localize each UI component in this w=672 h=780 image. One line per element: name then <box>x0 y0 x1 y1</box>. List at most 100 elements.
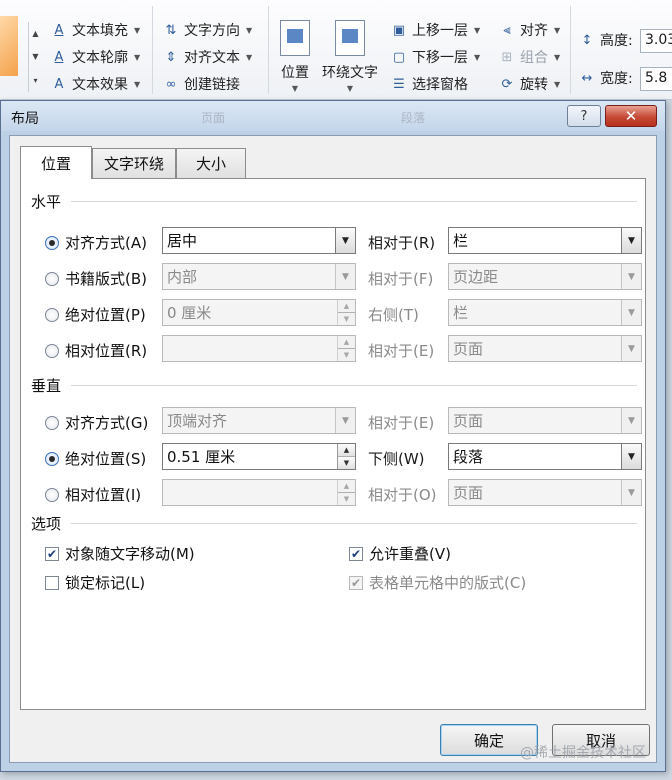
stepper-buttons[interactable]: ▲ ▼ <box>337 336 355 361</box>
h-relative-radio-row[interactable]: 相对位置(R) <box>45 340 147 361</box>
gallery-scroll[interactable]: ▲ ▼ ▾ <box>28 22 42 92</box>
h-book-radio[interactable] <box>45 271 59 286</box>
h-absolute-right-value: 栏 <box>453 304 469 322</box>
create-link-button[interactable]: ∞ 创建链接 <box>162 74 240 94</box>
stepper-up-icon[interactable]: ▲ <box>338 336 355 348</box>
tab-text-wrapping[interactable]: 文字环绕 <box>92 148 176 178</box>
lock-anchor-row[interactable]: 锁定标记(L) <box>45 572 145 593</box>
stepper-up-icon[interactable]: ▲ <box>338 300 355 312</box>
allow-overlap-checkbox[interactable]: ✔ <box>349 546 363 561</box>
rotate-button[interactable]: ⟳ 旋转 ▼ <box>498 74 561 94</box>
align-text-label: 对齐文本 <box>184 50 240 66</box>
text-direction-button[interactable]: ⇅ 文字方向 ▼ <box>162 20 253 40</box>
v-align-radio[interactable] <box>45 415 59 430</box>
stepper-down-icon[interactable]: ▼ <box>338 456 355 469</box>
section-divider <box>71 385 637 386</box>
chevron-down-icon[interactable]: ▼ <box>621 444 641 469</box>
align-text-button[interactable]: ⇕ 对齐文本 ▼ <box>162 47 253 67</box>
stepper-buttons[interactable]: ▲ ▼ <box>337 444 355 469</box>
h-absolute-radio[interactable] <box>45 307 59 322</box>
stepper-down-icon[interactable]: ▼ <box>338 348 355 361</box>
v-align-select[interactable]: 顶端对齐 ▼ <box>162 407 356 434</box>
align-button[interactable]: ⫷ 对齐 ▼ <box>498 20 560 40</box>
stepper-up-icon[interactable]: ▲ <box>338 480 355 492</box>
chevron-down-icon: ▼ <box>246 52 253 62</box>
wrap-text-button[interactable]: 环绕文字 ▼ <box>322 20 378 93</box>
h-align-relative-select[interactable]: 栏 ▼ <box>448 227 642 254</box>
h-relative-radio[interactable] <box>45 343 59 358</box>
h-align-radio-row[interactable]: 对齐方式(A) <box>45 232 147 253</box>
h-relative-stepper[interactable]: ▲ ▼ <box>162 335 356 362</box>
h-book-relative-select[interactable]: 页边距 ▼ <box>448 263 642 290</box>
h-absolute-stepper[interactable]: 0 厘米 ▲ ▼ <box>162 299 356 326</box>
height-input[interactable]: 3.03 <box>640 29 672 53</box>
layout-in-cell-row[interactable]: ✔ 表格单元格中的版式(C) <box>349 572 526 593</box>
v-align-relative-label: 相对于(E) <box>368 414 435 432</box>
chevron-down-icon: ▼ <box>134 79 141 89</box>
dialog-client: 位置 文字环绕 大小 水平 对齐方式(A) 居中 ▼ 相对于(R) 栏 ▼ 书籍… <box>9 135 657 763</box>
width-input[interactable]: 5.8 <box>640 67 672 91</box>
gallery-up-icon[interactable]: ▲ <box>32 29 38 38</box>
move-with-text-checkbox[interactable]: ✔ <box>45 546 59 561</box>
v-absolute-radio[interactable] <box>45 451 59 466</box>
chevron-down-icon[interactable]: ▼ <box>621 480 641 505</box>
stepper-down-icon[interactable]: ▼ <box>338 312 355 325</box>
position-icon <box>280 20 310 56</box>
tab-position[interactable]: 位置 <box>20 146 92 179</box>
layout-in-cell-checkbox[interactable]: ✔ <box>349 575 363 590</box>
v-relative-relative-select[interactable]: 页面 ▼ <box>448 479 642 506</box>
bring-forward-button[interactable]: ▣ 上移一层 ▼ <box>390 20 480 40</box>
chevron-down-icon[interactable]: ▼ <box>621 264 641 289</box>
h-absolute-radio-row[interactable]: 绝对位置(P) <box>45 304 146 325</box>
chevron-down-icon[interactable]: ▼ <box>621 336 641 361</box>
h-book-radio-row[interactable]: 书籍版式(B) <box>45 268 147 289</box>
v-absolute-below-select[interactable]: 段落 ▼ <box>448 443 642 470</box>
layout-dialog: 布局 页面 段落 ? ✕ 位置 文字环绕 大小 水平 对齐方式(A) 居中 ▼ … <box>0 100 666 772</box>
v-relative-radio[interactable] <box>45 487 59 502</box>
send-backward-button[interactable]: ▢ 下移一层 ▼ <box>390 47 480 67</box>
tab-size[interactable]: 大小 <box>176 148 246 178</box>
text-outline-button[interactable]: A 文本轮廓 ▼ <box>50 47 141 67</box>
v-relative-radio-row[interactable]: 相对位置(I) <box>45 484 141 505</box>
h-relative-relative-select[interactable]: 页面 ▼ <box>448 335 642 362</box>
gallery-down-icon[interactable]: ▼ <box>32 52 38 61</box>
section-options: 选项 <box>31 515 62 533</box>
position-button[interactable]: 位置 ▼ <box>280 20 310 93</box>
allow-overlap-row[interactable]: ✔ 允许重叠(V) <box>349 543 451 564</box>
h-align-radio[interactable] <box>45 235 59 250</box>
h-align-select[interactable]: 居中 ▼ <box>162 227 356 254</box>
v-relative-stepper[interactable]: ▲ ▼ <box>162 479 356 506</box>
stepper-up-icon[interactable]: ▲ <box>338 444 355 456</box>
help-button[interactable]: ? <box>567 105 601 127</box>
v-align-radio-row[interactable]: 对齐方式(G) <box>45 412 148 433</box>
v-absolute-stepper[interactable]: 0.51 厘米 ▲ ▼ <box>162 443 356 470</box>
dialog-titlebar[interactable]: 布局 页面 段落 ? ✕ <box>1 101 665 131</box>
section-divider <box>71 201 637 202</box>
chevron-down-icon[interactable]: ▼ <box>335 408 355 433</box>
close-button[interactable]: ✕ <box>605 105 657 127</box>
h-book-select[interactable]: 内部 ▼ <box>162 263 356 290</box>
h-absolute-value[interactable]: 0 厘米 <box>163 302 337 323</box>
stepper-buttons[interactable]: ▲ ▼ <box>337 300 355 325</box>
stepper-down-icon[interactable]: ▼ <box>338 492 355 505</box>
chevron-down-icon[interactable]: ▼ <box>335 264 355 289</box>
chevron-down-icon[interactable]: ▼ <box>621 408 641 433</box>
text-effects-button[interactable]: A 文本效果 ▼ <box>50 74 141 94</box>
text-fill-button[interactable]: A 文本填充 ▼ <box>50 20 141 40</box>
selection-pane-button[interactable]: ☰ 选择窗格 <box>390 74 468 94</box>
v-absolute-radio-row[interactable]: 绝对位置(S) <box>45 448 146 469</box>
v-align-relative-select[interactable]: 页面 ▼ <box>448 407 642 434</box>
move-with-text-row[interactable]: ✔ 对象随文字移动(M) <box>45 543 195 564</box>
chevron-down-icon[interactable]: ▼ <box>621 300 641 325</box>
chevron-down-icon[interactable]: ▼ <box>335 228 355 253</box>
wordart-style-swatch[interactable] <box>0 16 18 76</box>
stepper-buttons[interactable]: ▲ ▼ <box>337 480 355 505</box>
h-absolute-right-select[interactable]: 栏 ▼ <box>448 299 642 326</box>
gallery-more-icon[interactable]: ▾ <box>33 76 37 85</box>
layout-in-cell-label: 表格单元格中的版式(C) <box>369 574 527 592</box>
chevron-down-icon[interactable]: ▼ <box>621 228 641 253</box>
h-relative-relative-value: 页面 <box>453 340 484 358</box>
v-absolute-value[interactable]: 0.51 厘米 <box>163 446 337 467</box>
group-button[interactable]: ⊞ 组合 ▼ <box>498 47 561 67</box>
lock-anchor-checkbox[interactable] <box>45 575 59 590</box>
